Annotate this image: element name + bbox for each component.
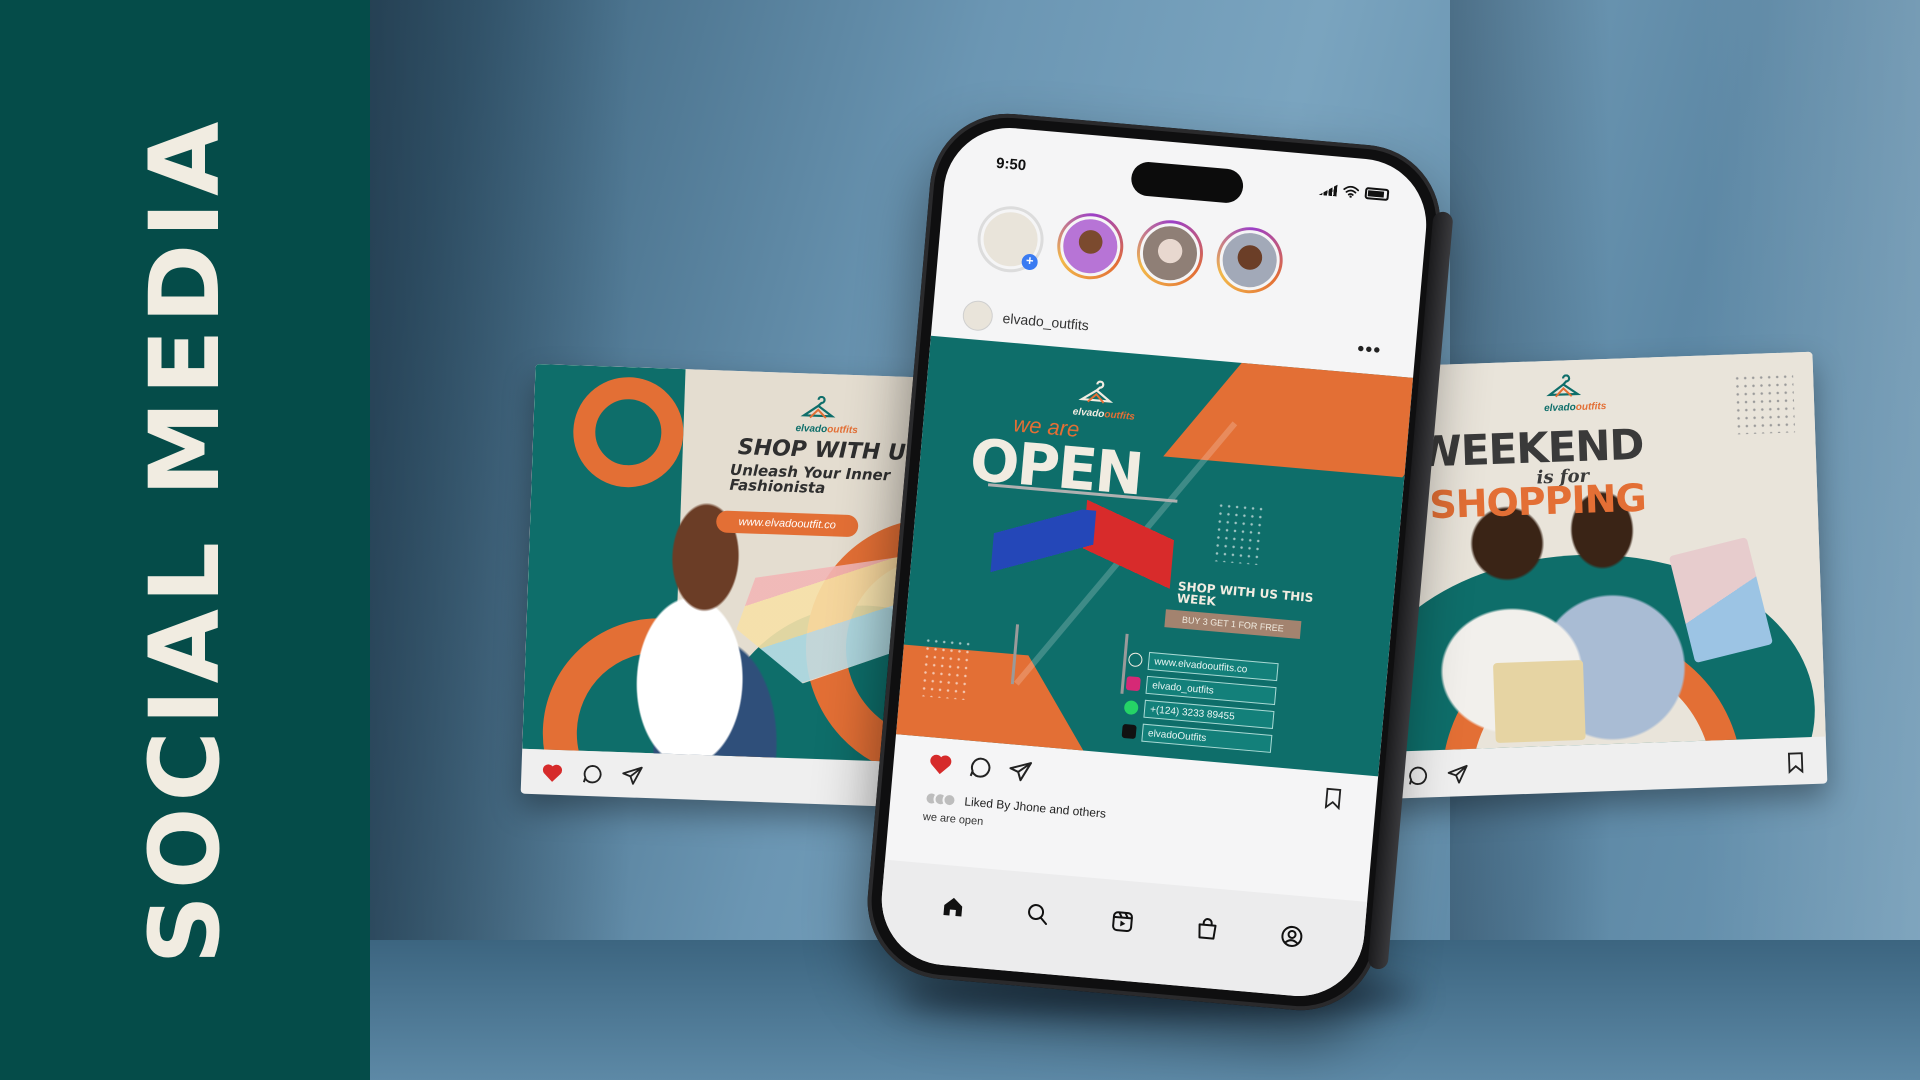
- more-options-icon[interactable]: •••: [1356, 337, 1382, 362]
- home-icon[interactable]: [939, 893, 967, 921]
- liker-avatars: [923, 790, 958, 808]
- account-handle[interactable]: elvado_outfits: [1002, 310, 1089, 333]
- phone-screen: 9:50 + elvado_outfits ••• elvadooutfits …: [876, 122, 1432, 1002]
- account-avatar[interactable]: [961, 299, 995, 332]
- share-icon[interactable]: [1006, 757, 1034, 785]
- main-post-promo-title: SHOP WITH US THIS WEEK: [1176, 579, 1314, 609]
- comment-icon[interactable]: [579, 760, 606, 787]
- bookmark-icon[interactable]: [1782, 749, 1809, 776]
- liker-avatar: [941, 792, 958, 808]
- story-item[interactable]: [1134, 217, 1206, 289]
- tiktok-icon: [1121, 723, 1137, 740]
- band-title: SOCIAL MEDIA: [129, 115, 241, 965]
- scene-background: SOCIAL MEDIA elvadooutfits SHOP WITH US …: [0, 0, 1920, 1080]
- phone-mockup: 9:50 + elvado_outfits ••• elvadooutfits …: [861, 107, 1454, 1017]
- dynamic-island: [1129, 160, 1245, 205]
- decor-dots: [1212, 501, 1268, 566]
- brand-text-a: elvado: [795, 423, 828, 436]
- brand-text-a: elvado: [1543, 402, 1576, 415]
- story-avatar: [1217, 227, 1283, 293]
- add-story-icon[interactable]: +: [1021, 253, 1039, 271]
- battery-icon: [1364, 187, 1390, 202]
- heart-icon[interactable]: [926, 750, 954, 778]
- whatsapp-icon: [1123, 699, 1139, 716]
- title-band: SOCIAL MEDIA: [0, 0, 370, 1080]
- story-own[interactable]: +: [974, 203, 1047, 276]
- status-time: 9:50: [995, 154, 1027, 175]
- decor-dots: [1733, 372, 1796, 435]
- shop-bag-icon[interactable]: [1193, 915, 1221, 943]
- bookmark-icon[interactable]: [1319, 784, 1347, 812]
- post-caption: we are open: [922, 810, 984, 829]
- main-post-offer: BUY 3 GET 1 FOR FREE: [1164, 609, 1302, 640]
- stories-row: +: [974, 203, 1286, 296]
- instagram-icon: [1125, 676, 1141, 692]
- contact-text: elvadoOutfits: [1141, 723, 1273, 753]
- liked-by-text: Liked By Jhone and others: [963, 794, 1107, 821]
- status-icons: [1319, 183, 1390, 202]
- brand-text-b: outfits: [827, 424, 858, 437]
- heart-icon[interactable]: [539, 759, 566, 786]
- signal-icon: [1319, 183, 1338, 197]
- story-avatar: [1057, 213, 1123, 279]
- comment-icon[interactable]: [1404, 762, 1431, 789]
- right-post-line3: SHOPPING: [1428, 475, 1647, 528]
- story-avatar: [1137, 220, 1203, 286]
- right-post-line1: WEEKEND: [1414, 419, 1645, 477]
- story-item[interactable]: [1054, 210, 1127, 282]
- reels-icon[interactable]: [1108, 908, 1136, 936]
- comment-icon[interactable]: [966, 754, 994, 782]
- hanger-logo-icon: [800, 395, 836, 419]
- shopping-bag: [1492, 659, 1586, 744]
- story-avatar: +: [978, 206, 1044, 272]
- wifi-icon: [1343, 185, 1360, 198]
- hanger-logo-icon: [1546, 374, 1582, 398]
- brand-logo-text: elvadooutfits: [1072, 406, 1135, 422]
- brand-text-b: outfits: [1575, 400, 1607, 414]
- decor-dots: [919, 636, 975, 701]
- main-post-image[interactable]: elvadooutfits we are OPEN SHOP WITH US T…: [896, 335, 1414, 777]
- search-icon[interactable]: [1024, 900, 1052, 928]
- share-icon[interactable]: [619, 762, 646, 789]
- share-icon[interactable]: [1444, 760, 1471, 787]
- brand-logo-text: elvadooutfits: [795, 423, 858, 436]
- story-item[interactable]: [1213, 224, 1286, 296]
- brand-text-b: outfits: [1103, 409, 1136, 423]
- profile-icon[interactable]: [1277, 922, 1305, 950]
- globe-icon: [1127, 652, 1143, 668]
- brand-logo-text: elvadooutfits: [1544, 401, 1607, 414]
